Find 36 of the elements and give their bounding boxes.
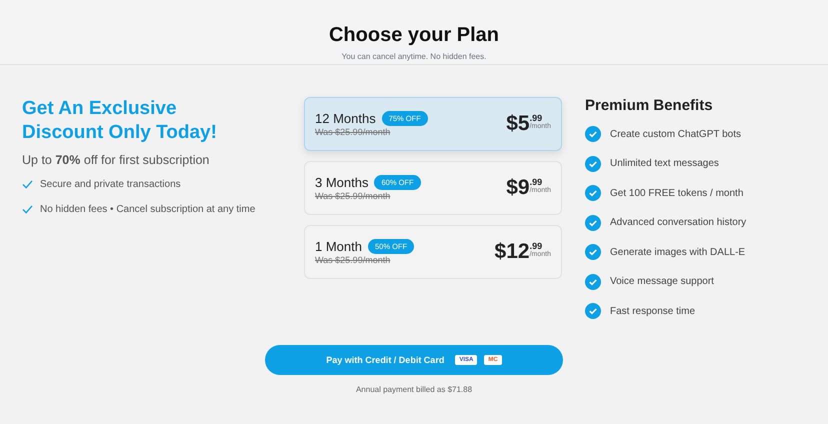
promo-subtitle: Up to 70% off for first subscription	[22, 153, 210, 167]
check-circle-icon	[585, 126, 601, 142]
price: $9	[506, 176, 530, 200]
plan-name: 1 Month	[315, 239, 362, 254]
promo-point: No hidden fees • Cancel subscription at any time	[40, 204, 256, 215]
check-circle-icon	[585, 185, 601, 201]
check-circle-icon	[585, 156, 601, 172]
benefit-item: Advanced conversation history	[610, 217, 746, 228]
benefit-item: Get 100 FREE tokens / month	[610, 188, 744, 198]
plan-name: 3 Months	[315, 175, 368, 190]
benefit-item: Voice message support	[610, 276, 714, 287]
check-icon	[22, 180, 33, 189]
check-icon	[22, 205, 33, 214]
benefit-item: Fast response time	[610, 306, 696, 316]
price: $5	[506, 112, 530, 136]
old-price: Was $25.99/month	[315, 127, 392, 137]
old-price: Was $25.99/month	[315, 255, 392, 265]
price-cents: .99	[530, 114, 542, 123]
price: $12	[494, 240, 530, 264]
promo-heading: Get An Exclusive Discount Only Today!	[22, 97, 218, 145]
check-circle-icon	[585, 274, 601, 290]
plan-name: 12 Months	[315, 111, 376, 126]
benefit-item: Create custom ChatGPT bots	[610, 128, 741, 140]
page-subtitle: You can cancel anytime. No hidden fees.	[340, 52, 488, 61]
old-price: Was $25.99/month	[315, 191, 392, 201]
benefit-item: Generate images with DALL-E	[610, 246, 746, 258]
check-circle-icon	[585, 214, 601, 230]
benefit-item: Unlimited text messages	[610, 158, 719, 169]
price-cents: .99	[530, 178, 542, 187]
page-title: Choose your Plan	[328, 24, 500, 46]
billing-note: Annual payment billed as $71.88	[356, 385, 472, 394]
price-cents: .99	[530, 242, 542, 251]
benefits-title: Premium Benefits	[585, 97, 714, 114]
check-circle-icon	[585, 244, 601, 260]
promo-point: Secure and private transactions	[40, 179, 181, 190]
check-circle-icon	[585, 303, 601, 319]
